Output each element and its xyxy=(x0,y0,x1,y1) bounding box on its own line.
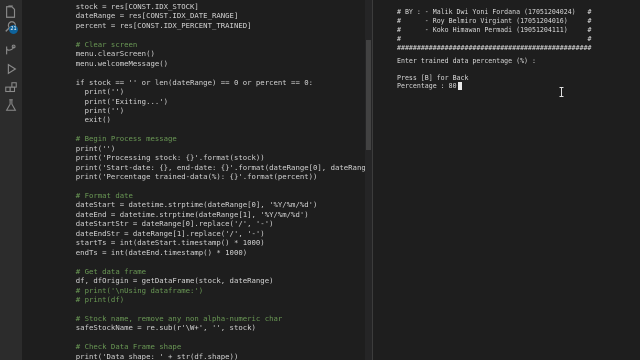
terminal-line: # BY : - Malik Dwi Yoni Fordana (1705120… xyxy=(397,8,592,16)
code-text[interactable]: menu.clearScreen() xyxy=(67,49,155,58)
code-text[interactable]: # print('\nUsing dataframe:') xyxy=(67,286,203,295)
code-text[interactable]: print('') xyxy=(67,144,116,153)
terminal-cursor xyxy=(457,82,462,90)
explorer-icon[interactable] xyxy=(4,5,18,19)
code-text[interactable]: dateStart = datetime.strptime(dateRange[… xyxy=(67,200,318,209)
code-text[interactable]: if stock == '' or len(dateRange) == 0 or… xyxy=(67,78,313,87)
line-number-gutter xyxy=(22,0,66,360)
activity-bar: 21 xyxy=(0,0,22,360)
code-text[interactable]: print('Start-date: {}, end-date: {}'.for… xyxy=(67,163,372,172)
code-text[interactable]: # print(df) xyxy=(67,295,124,304)
testing-icon[interactable] xyxy=(4,98,18,112)
run-debug-icon[interactable] xyxy=(4,62,18,76)
code-text[interactable]: print('Percentage trained-data(%): {}'.f… xyxy=(67,172,318,181)
terminal-line: ########################################… xyxy=(397,44,592,52)
code-text[interactable]: # Begin Process message xyxy=(67,134,177,143)
text-cursor-icon xyxy=(559,87,564,97)
terminal-line: Percentage : 80 xyxy=(397,82,457,90)
editor-scrollbar[interactable] xyxy=(365,0,372,360)
code-text[interactable]: exit() xyxy=(67,115,111,124)
code-text[interactable]: print('Exiting...') xyxy=(67,97,168,106)
code-text[interactable]: safeStockName = re.sub(r'\W+', '', stock… xyxy=(67,323,256,332)
code-text[interactable]: dateStartStr = dateRange[0].replace('/',… xyxy=(67,219,274,228)
code-text[interactable]: dateEnd = datetime.strptime(dateRange[1]… xyxy=(67,210,309,219)
code-text[interactable]: percent = res[CONST.IDX_PERCENT_TRAINED] xyxy=(67,21,252,30)
code-text[interactable]: print('') xyxy=(67,87,125,96)
code-text[interactable]: print('') xyxy=(67,106,125,115)
terminal-panel[interactable]: # BY : - Malik Dwi Yoni Fordana (1705120… xyxy=(373,0,640,360)
notification-badge: 21 xyxy=(9,25,18,34)
code-text[interactable]: dateRange = res[CONST.IDX_DATE_RANGE] xyxy=(67,11,239,20)
code-text[interactable]: startTs = int(dateStart.timestamp() * 10… xyxy=(67,238,265,247)
code-text[interactable]: df, dfOrigin = getDataFrame(stock, dateR… xyxy=(67,276,274,285)
code-text[interactable]: menu.welcomeMessage() xyxy=(67,59,168,68)
code-text[interactable]: print('Data shape: ' + str(df.shape)) xyxy=(67,352,239,360)
terminal-line: # - Koko Himawan Permadi (19051204111) # xyxy=(397,26,592,34)
code-text[interactable]: stock = res[CONST.IDX_STOCK] xyxy=(67,2,199,11)
code-text[interactable]: # Check Data Frame shape xyxy=(67,342,181,351)
terminal-line: Enter trained data percentage (%) : xyxy=(397,57,536,65)
code-line[interactable]: 178 print('Data shape: ' + str(df.shape)… xyxy=(22,352,372,360)
code-text[interactable]: endTs = int(dateEnd.timestamp() * 1000) xyxy=(67,248,247,257)
code-text[interactable]: # Clear screen xyxy=(67,40,138,49)
terminal-line: # - Roy Belmiro Virgiant (17051204016) # xyxy=(397,17,592,25)
terminal-line: # # xyxy=(397,35,592,43)
extensions-icon[interactable] xyxy=(4,81,18,95)
code-text[interactable]: dateEndStr = dateRange[1].replace('/', '… xyxy=(67,229,265,238)
code-text[interactable]: print('Processing stock: {}'.format(stoc… xyxy=(67,153,265,162)
scrollbar-thumb[interactable] xyxy=(366,40,371,150)
source-control-icon[interactable] xyxy=(4,43,18,57)
code-text[interactable]: # Stock name, remove any non alpha-numer… xyxy=(67,314,282,323)
code-text[interactable]: # Get data frame xyxy=(67,267,146,276)
code-text[interactable]: # Format date xyxy=(67,191,133,200)
